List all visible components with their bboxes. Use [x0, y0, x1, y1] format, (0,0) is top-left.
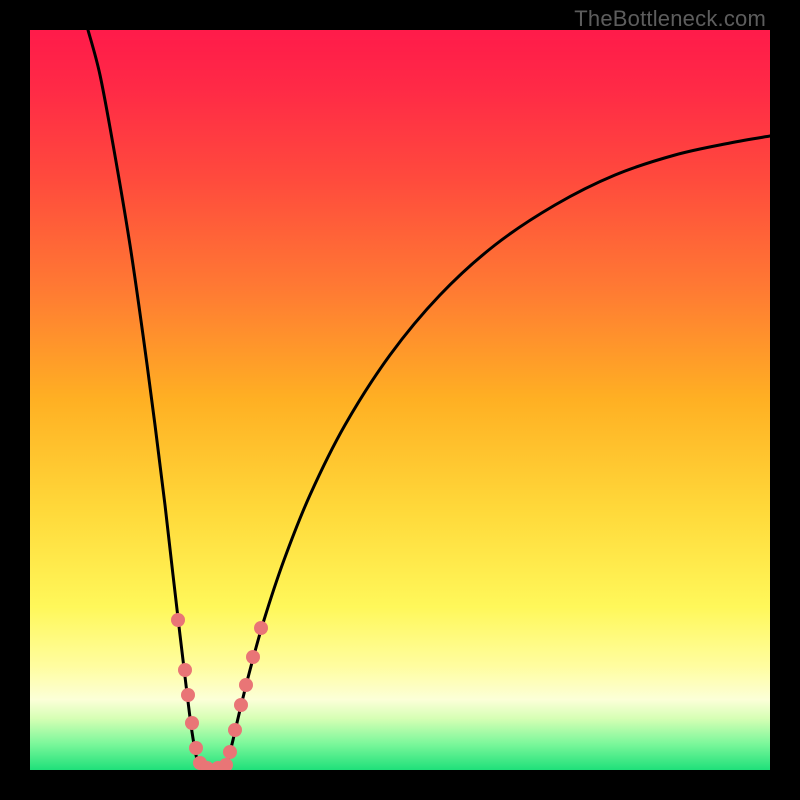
data-marker — [171, 613, 185, 627]
data-marker — [234, 698, 248, 712]
curves-layer — [30, 30, 770, 770]
data-marker — [223, 745, 237, 759]
data-marker — [219, 758, 233, 770]
data-marker — [189, 741, 203, 755]
data-marker — [228, 723, 242, 737]
data-marker — [185, 716, 199, 730]
data-marker — [181, 688, 195, 702]
plot-area — [30, 30, 770, 770]
curve-left-arm — [88, 30, 202, 770]
curve-right-arm — [225, 136, 770, 770]
data-marker — [254, 621, 268, 635]
data-marker — [246, 650, 260, 664]
data-marker — [239, 678, 253, 692]
data-marker — [178, 663, 192, 677]
watermark-text: TheBottleneck.com — [574, 6, 766, 32]
chart-frame: TheBottleneck.com — [0, 0, 800, 800]
